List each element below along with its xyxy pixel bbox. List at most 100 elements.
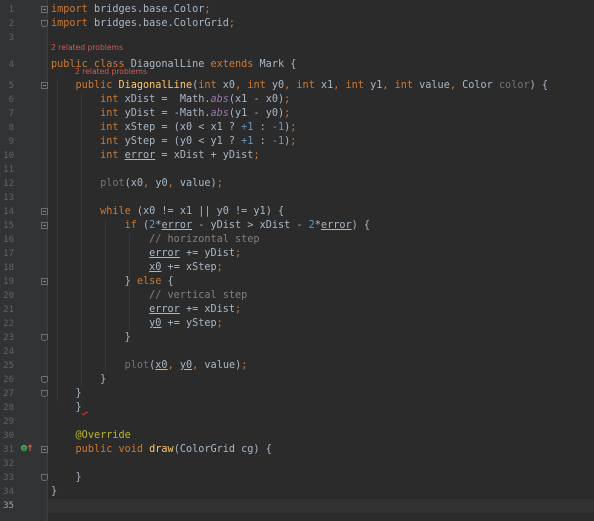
code-line[interactable]: }	[51, 485, 57, 499]
line-number: 10	[3, 151, 14, 161]
line-number: 12	[3, 179, 14, 189]
related-problems-hint[interactable]: 2 related problems	[51, 43, 123, 53]
code-line[interactable]: public DiagonalLine(int x0, int y0, int …	[51, 79, 548, 93]
fold-collapse-icon[interactable]	[41, 82, 48, 89]
code-token: x0	[222, 80, 236, 91]
code-line[interactable]: }	[51, 471, 82, 485]
code-token: plot	[100, 178, 125, 189]
code-token: xStep = (x0 < x1 ?	[124, 122, 242, 133]
code-token: -1	[271, 122, 285, 133]
line-number: 3	[8, 33, 14, 43]
code-line[interactable]: int yDist = -Math.abs(y1 - y0);	[51, 107, 290, 121]
line-number: 32	[3, 459, 14, 469]
code-token: ;	[235, 304, 242, 315]
line-number: 22	[3, 319, 14, 329]
code-line[interactable]: int yStep = (y0 < y1 ? +1 : -1);	[51, 135, 296, 149]
code-token: ,	[449, 80, 463, 91]
fold-end-icon[interactable]	[41, 334, 48, 341]
code-token: int	[100, 122, 125, 133]
code-line[interactable]: // horizontal step	[51, 233, 259, 247]
code-line[interactable]: }	[51, 387, 82, 401]
code-line[interactable]: error += yDist;	[51, 247, 241, 261]
line-number: 24	[3, 347, 14, 357]
code-token: , int	[382, 80, 420, 91]
code-line[interactable]: plot(x0, y0, value);	[51, 177, 223, 191]
line-number: 25	[3, 361, 14, 371]
code-line[interactable]: public void draw(ColorGrid cg) {	[51, 443, 272, 457]
code-line[interactable]: import bridges.base.Color;	[51, 3, 211, 17]
line-number: 5	[8, 81, 14, 91]
code-line[interactable]: @Override	[51, 429, 131, 443]
code-line[interactable]: while (x0 != x1 || y0 != y1) {	[51, 205, 284, 219]
code-line[interactable]: y0 += yStep;	[51, 317, 223, 331]
code-token: ,	[192, 360, 205, 371]
code-line[interactable]: plot(x0, y0, value);	[51, 359, 248, 373]
code-token: int	[100, 108, 125, 119]
override-method-icon[interactable]: o	[20, 443, 34, 458]
line-number: 11	[3, 165, 14, 175]
line-number: 15	[3, 221, 14, 231]
code-line[interactable]: int xStep = (x0 < x1 ? +1 : -1);	[51, 121, 296, 135]
fold-collapse-icon[interactable]	[41, 446, 48, 453]
code-line[interactable]: public class DiagonalLine extends Mark {	[51, 58, 296, 72]
fold-end-icon[interactable]	[41, 376, 48, 383]
fold-end-icon[interactable]	[41, 474, 48, 481]
code-token: = xDist + yDist	[155, 150, 254, 161]
code-token: value	[419, 80, 450, 91]
code-line[interactable]: error += xDist;	[51, 303, 241, 317]
code-token: public class	[51, 59, 131, 70]
code-token: ;	[290, 136, 297, 147]
line-number: 14	[3, 207, 14, 217]
line-number: 8	[8, 123, 14, 133]
code-token: (x1 - x0)	[228, 94, 285, 105]
code-line[interactable]: x0 += xStep;	[51, 261, 223, 275]
code-line[interactable]: int xDist = Math.abs(x1 - x0);	[51, 93, 290, 107]
code-line[interactable]: }	[51, 331, 131, 345]
code-token: ;	[216, 318, 223, 329]
code-token: Color	[462, 80, 499, 91]
fold-end-icon[interactable]	[41, 20, 48, 27]
code-comment: // vertical step	[149, 290, 248, 301]
code-token: x1	[320, 80, 334, 91]
code-token: , int	[333, 80, 371, 91]
code-token: }	[51, 472, 82, 483]
code-token: ;	[216, 178, 223, 189]
code-token: y0	[271, 80, 285, 91]
code-line[interactable]: } else {	[51, 275, 174, 289]
code-line[interactable]: // vertical step	[51, 289, 247, 303]
code-token: ;	[235, 248, 242, 259]
code-token: y0	[179, 360, 193, 371]
code-token: error	[149, 304, 180, 315]
line-number: 6	[8, 95, 14, 105]
code-line[interactable]: if (2*error - yDist > xDist - 2*error) {	[51, 219, 370, 233]
code-token: y0	[149, 318, 162, 329]
code-token: error	[149, 248, 180, 259]
code-token: (ColorGrid cg) {	[173, 444, 272, 455]
line-number-gutter[interactable]: 1 2 3 4 5 6 7 8 9 10 11 12 13 14 15 16 17 18 19 20 21 22 23 24 2…	[0, 0, 48, 521]
fold-end-icon[interactable]	[41, 390, 48, 397]
code-token: ;	[290, 122, 297, 133]
line-number: 33	[3, 473, 14, 483]
code-line[interactable]: }	[51, 401, 88, 415]
fold-collapse-icon[interactable]	[41, 278, 48, 285]
code-token: error	[124, 150, 156, 161]
code-line[interactable]: int error = xDist + yDist;	[51, 149, 260, 163]
fold-collapse-icon[interactable]	[41, 6, 48, 13]
code-line[interactable]: import bridges.base.ColorGrid;	[51, 17, 235, 31]
code-line[interactable]: }	[51, 373, 106, 387]
code-token: DiagonalLine	[118, 80, 193, 91]
code-token: plot	[124, 360, 150, 371]
code-token: x0	[155, 360, 168, 371]
code-editor[interactable]: 1 2 3 4 5 6 7 8 9 10 11 12 13 14 15 16 17 18 19 20 21 22 23 24 2…	[0, 0, 594, 521]
line-number: 9	[8, 137, 14, 147]
line-number: 17	[3, 249, 14, 259]
fold-collapse-icon[interactable]	[41, 222, 48, 229]
fold-collapse-icon[interactable]	[41, 208, 48, 215]
